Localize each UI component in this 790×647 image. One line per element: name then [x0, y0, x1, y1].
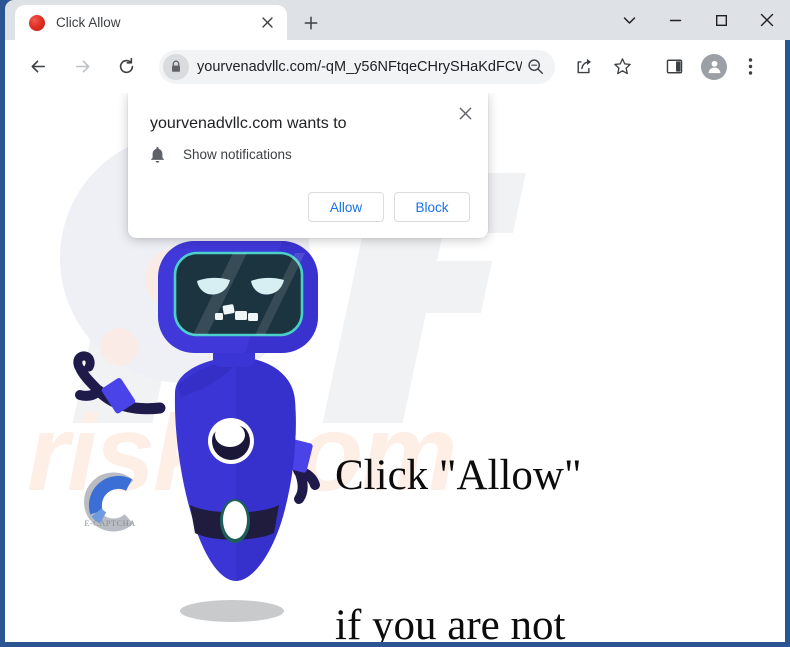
maximize-button[interactable]: [698, 0, 744, 40]
site-info-button[interactable]: [163, 53, 189, 80]
tab-strip: Click Allow: [5, 0, 790, 40]
reload-button[interactable]: [111, 52, 141, 82]
close-button[interactable]: [744, 0, 790, 40]
headline-line-1: Click "Allow": [335, 452, 582, 499]
three-dot-menu-icon: [748, 58, 752, 75]
browser-tab[interactable]: Click Allow: [15, 5, 287, 40]
lock-icon: [172, 60, 180, 72]
bell-icon: [151, 147, 164, 163]
maximize-icon: [715, 14, 727, 26]
browser-window: Click Allow yourvenadvllc.com/-qM_y56NFt…: [0, 0, 790, 647]
tab-title: Click Allow: [56, 15, 121, 30]
zoom-out-icon[interactable]: [523, 55, 547, 79]
minimize-icon: [669, 19, 681, 21]
dialog-close-button[interactable]: [454, 102, 476, 124]
window-controls: [606, 0, 790, 40]
side-panel-button[interactable]: [659, 52, 689, 82]
minimize-button[interactable]: [652, 0, 698, 40]
block-button[interactable]: Block: [394, 192, 470, 222]
dialog-title: yourvenadvllc.com wants to: [150, 115, 347, 132]
close-icon[interactable]: [258, 14, 276, 32]
bookmark-button[interactable]: [607, 52, 637, 82]
chevron-down-icon: [623, 16, 635, 24]
blue-robot-mascot: [73, 241, 320, 622]
back-button[interactable]: [23, 52, 53, 82]
permission-row: Show notifications: [150, 146, 292, 163]
forward-button[interactable]: [67, 52, 97, 82]
page-headline: Click "Allow" if you are not a robot: [335, 351, 582, 642]
permission-label: Show notifications: [183, 147, 292, 162]
arrow-left-icon: [31, 60, 45, 73]
profile-avatar[interactable]: [701, 53, 727, 80]
share-icon: [577, 58, 591, 74]
side-panel-icon: [666, 59, 682, 74]
plus-icon: [304, 16, 318, 30]
person-avatar-icon: [708, 60, 720, 74]
page-viewport: risk.com: [5, 93, 785, 642]
address-bar[interactable]: yourvenadvllc.com/-qM_y56NFtqeCHrySHaKdF…: [159, 49, 555, 84]
notification-permission-dialog: yourvenadvllc.com wants to Show notifica…: [128, 93, 488, 238]
headline-line-2: if you are not: [335, 602, 566, 642]
close-icon: [760, 13, 774, 27]
tab-search-button[interactable]: [606, 0, 652, 40]
red-sphere-favicon: [29, 14, 45, 31]
new-tab-button[interactable]: [297, 9, 325, 37]
dialog-actions: Allow Block: [308, 192, 470, 222]
browser-toolbar: yourvenadvllc.com/-qM_y56NFtqeCHrySHaKdF…: [5, 40, 785, 93]
share-button[interactable]: [569, 52, 599, 82]
reload-icon: [119, 57, 133, 74]
robot-left-arm: [73, 351, 166, 415]
browser-menu-button[interactable]: [737, 52, 763, 82]
url-text[interactable]: yourvenadvllc.com/-qM_y56NFtqeCHrySHaKdF…: [197, 59, 522, 75]
close-icon: [459, 107, 471, 119]
arrow-right-icon: [75, 60, 89, 73]
e-captcha-label: E-CAPTCHA: [84, 518, 136, 528]
star-icon: [613, 58, 631, 75]
allow-button[interactable]: Allow: [308, 192, 384, 222]
